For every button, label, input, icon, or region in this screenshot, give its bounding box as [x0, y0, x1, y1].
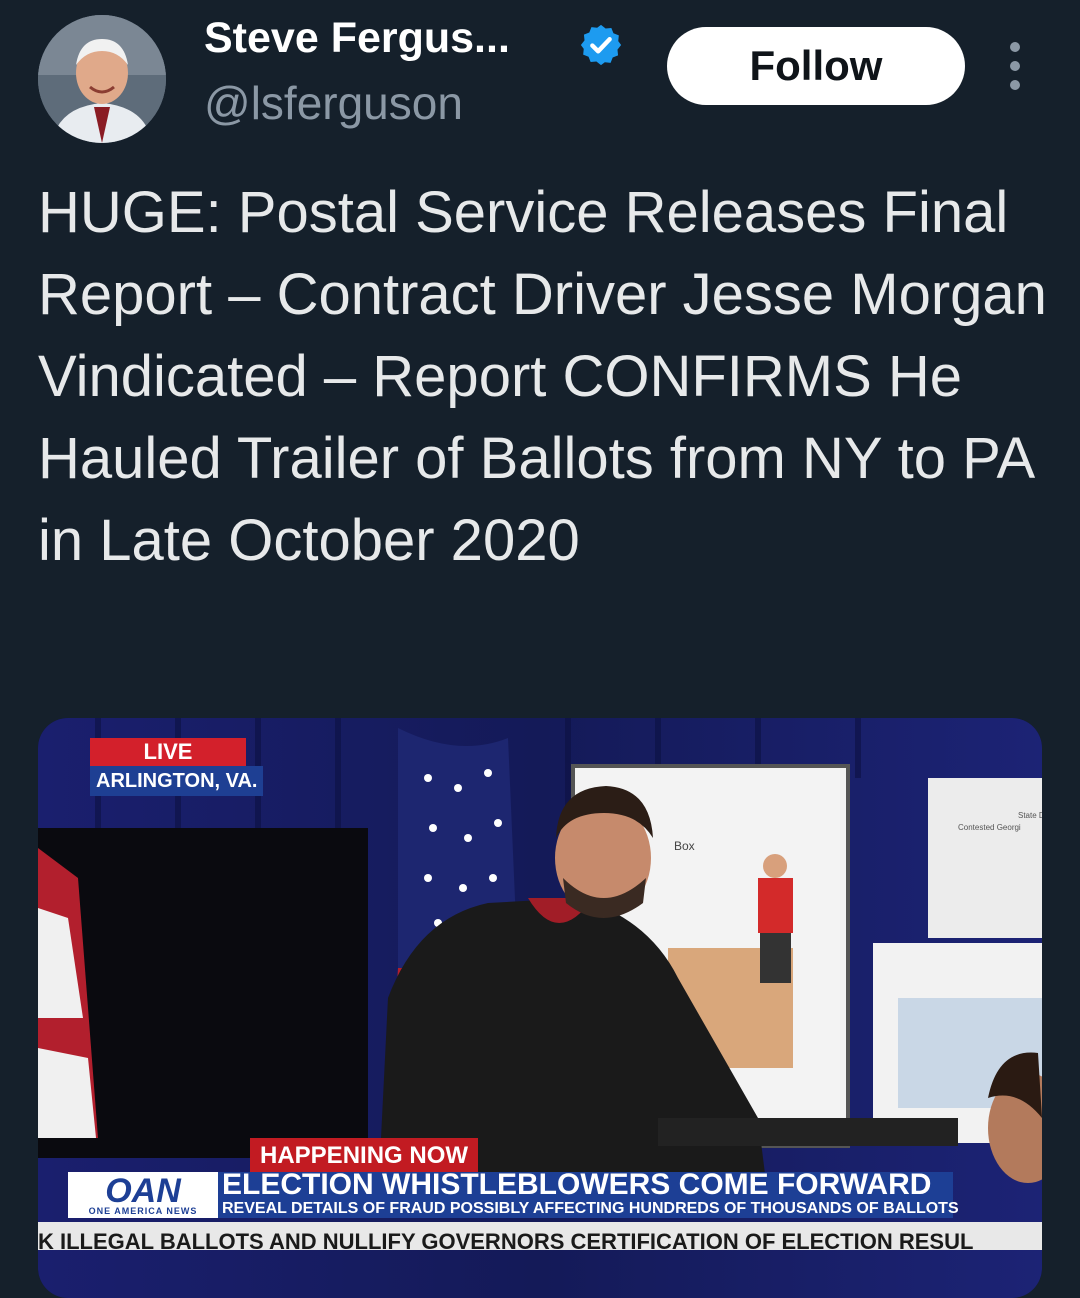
network-name: ONE AMERICA NEWS — [88, 1206, 198, 1216]
follow-button[interactable]: Follow — [667, 27, 965, 105]
broadcast-headline: ELECTION WHISTLEBLOWERS COME FORWARD — [222, 1168, 932, 1201]
happening-now-label: HAPPENING NOW — [250, 1138, 479, 1172]
tweet-text: HUGE: Postal Service Releases Final Repo… — [38, 180, 1047, 573]
author-handle[interactable]: @lsferguson — [204, 76, 463, 130]
broadcast-subheadline: REVEAL DETAILS OF FRAUD POSSIBLY AFFECTI… — [222, 1200, 959, 1217]
avatar-photo — [38, 15, 166, 143]
live-label: LIVE — [90, 738, 246, 766]
svg-text:State D: State D — [1018, 811, 1042, 820]
location-label: ARLINGTON, VA. — [90, 766, 264, 796]
news-ticker: K ILLEGAL BALLOTS AND NULLIFY GOVERNORS … — [38, 1222, 1042, 1250]
verified-badge-icon — [580, 24, 622, 66]
author-name[interactable]: Steve Fergus... — [204, 14, 510, 63]
more-options-icon[interactable] — [1000, 42, 1030, 90]
svg-text:Contested Georgi: Contested Georgi — [958, 823, 1021, 832]
tweet-media-image[interactable]: Box State D Contested Georgi LIVE ARLING… — [38, 718, 1042, 1298]
live-badge: LIVE ARLINGTON, VA. — [90, 738, 264, 796]
avatar[interactable] — [38, 15, 166, 143]
svg-text:Box: Box — [674, 839, 695, 853]
